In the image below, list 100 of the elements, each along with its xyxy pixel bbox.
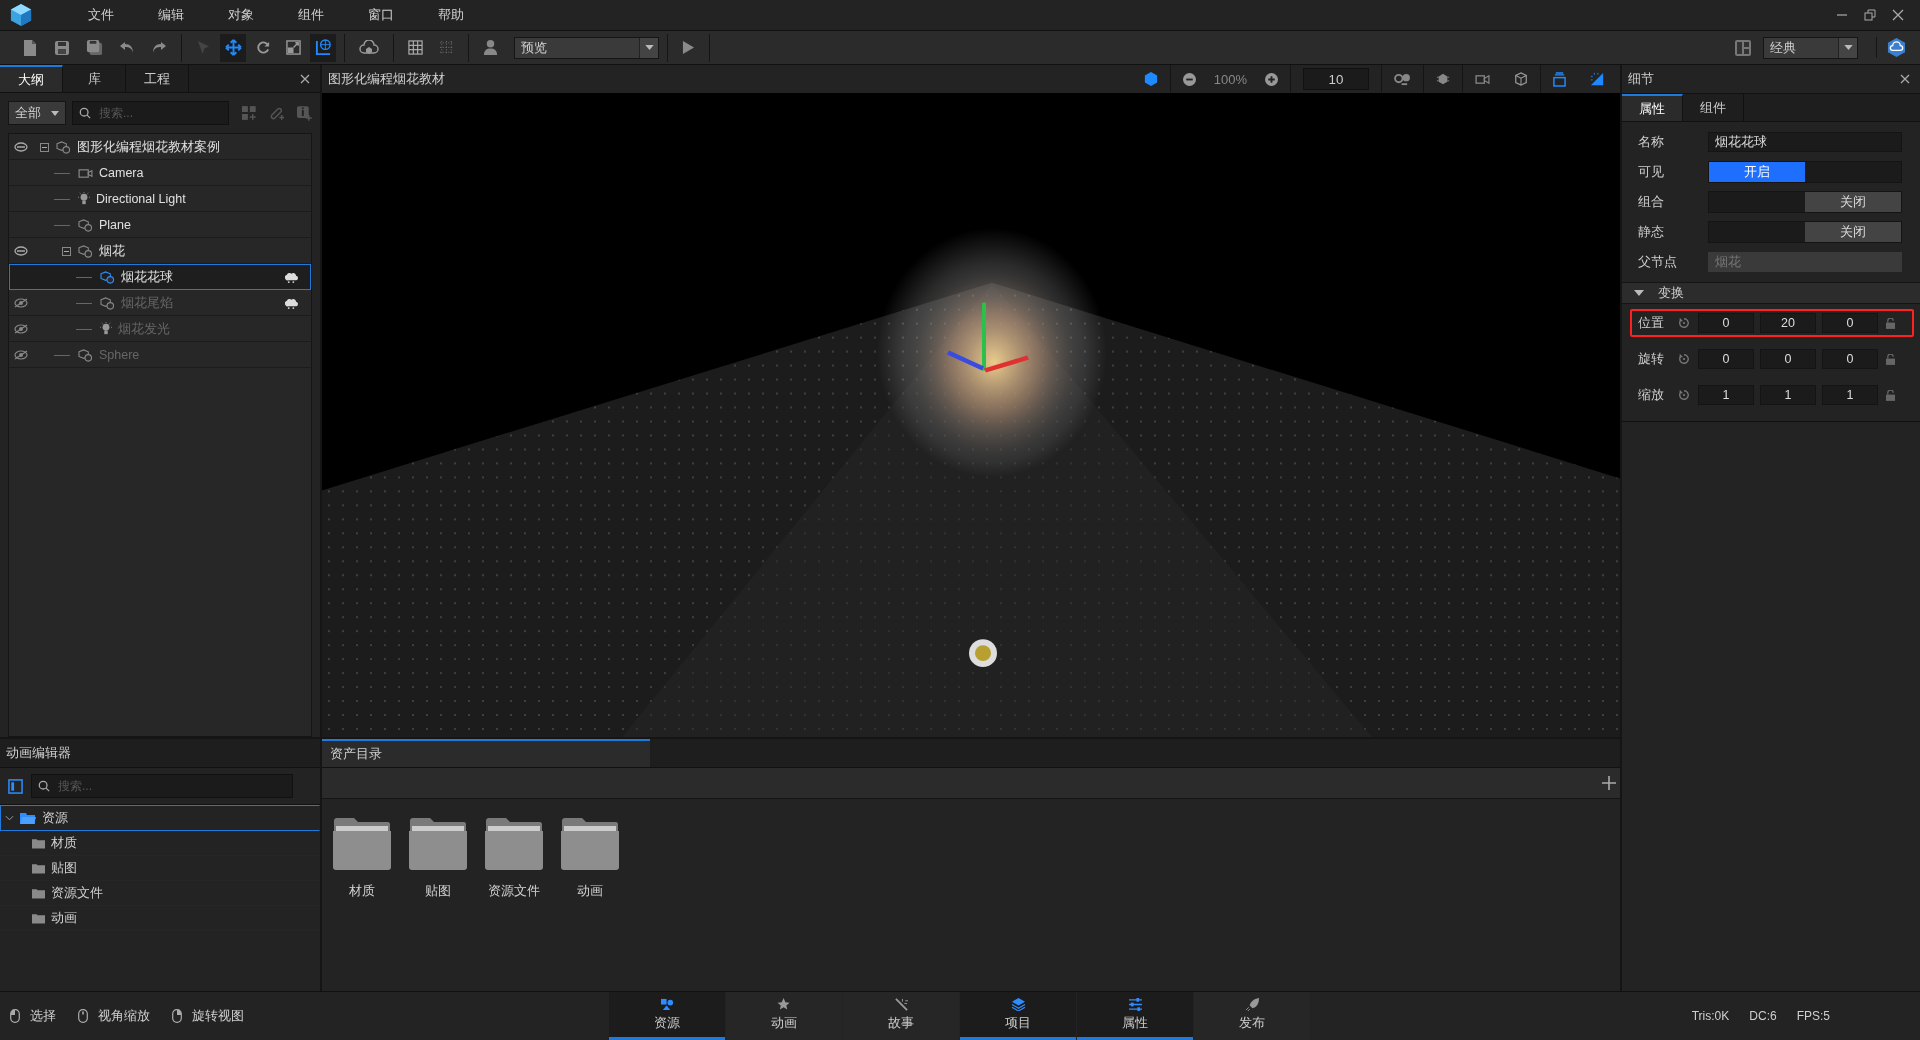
- gradient-triangle-icon[interactable]: [1590, 72, 1604, 86]
- dotted-grid-icon[interactable]: [439, 40, 454, 55]
- lightbulb-icon: [78, 192, 90, 206]
- reset-icon[interactable]: [1678, 389, 1690, 401]
- visibility-icon[interactable]: [14, 246, 28, 256]
- toggle-switch[interactable]: 开启: [1708, 161, 1902, 183]
- rotate-icon: [255, 40, 271, 55]
- visibility-icon[interactable]: [14, 142, 28, 152]
- mouse-icon: [172, 1009, 182, 1023]
- close-icon[interactable]: [1900, 74, 1910, 84]
- undo-icon[interactable]: [119, 40, 135, 55]
- outline-item[interactable]: Plane: [9, 212, 311, 238]
- folder-icon[interactable]: [408, 817, 468, 871]
- tree-item[interactable]: 资源: [0, 805, 320, 831]
- save-icon[interactable]: [54, 39, 70, 56]
- grid-size-field[interactable]: 10: [1303, 68, 1369, 90]
- number-field[interactable]: 1: [1698, 385, 1754, 405]
- redo-icon[interactable]: [151, 40, 167, 55]
- shapes-icon: [56, 140, 71, 154]
- tree-item[interactable]: 资源文件: [0, 881, 320, 906]
- search-field[interactable]: 搜索...: [31, 774, 293, 798]
- cloud-icon[interactable]: [359, 39, 379, 56]
- number-field[interactable]: 0: [1698, 349, 1754, 369]
- filter-dropdown[interactable]: 全部: [8, 101, 66, 125]
- menu-item[interactable]: 帮助: [414, 6, 484, 24]
- menu-item[interactable]: 编辑: [134, 6, 204, 24]
- eye-slash-icon[interactable]: [14, 350, 28, 360]
- outline-item[interactable]: 图形化编程烟花教材案例: [9, 134, 311, 160]
- padlock-icon[interactable]: [1886, 353, 1895, 365]
- grid-icon[interactable]: [408, 40, 423, 55]
- reset-icon[interactable]: [1678, 353, 1690, 365]
- item-name: 图形化编程烟花教材案例: [77, 138, 220, 156]
- reset-icon[interactable]: [1678, 317, 1690, 329]
- number-field[interactable]: 0: [1698, 313, 1754, 333]
- link-nodes-icon[interactable]: [1394, 72, 1411, 86]
- number-field[interactable]: 1: [1760, 385, 1816, 405]
- tree-item[interactable]: 材质: [0, 831, 320, 856]
- panel-tab[interactable]: 大纲: [0, 65, 63, 92]
- number-field[interactable]: 0: [1760, 349, 1816, 369]
- menu-item[interactable]: 组件: [274, 6, 344, 24]
- panel-tab[interactable]: 属性: [1622, 94, 1683, 121]
- cloud-account-icon[interactable]: [1876, 37, 1906, 58]
- plus-icon[interactable]: [1602, 776, 1616, 790]
- layout-icon[interactable]: [1735, 39, 1751, 56]
- toggle-switch[interactable]: 关闭: [1708, 221, 1902, 243]
- preview-dropdown[interactable]: 预览: [514, 36, 659, 59]
- outline-item[interactable]: 烟花花球: [9, 264, 311, 290]
- tree-item[interactable]: 贴图: [0, 856, 320, 881]
- number-field[interactable]: 20: [1760, 313, 1816, 333]
- scale-icon: [285, 40, 301, 55]
- pointer-icon: [196, 40, 210, 55]
- person-icon[interactable]: [483, 39, 498, 56]
- particles-icon: [285, 297, 298, 309]
- menu-item[interactable]: 文件: [64, 6, 134, 24]
- tool-button[interactable]: [310, 33, 336, 62]
- search-field[interactable]: 搜索...: [72, 101, 229, 125]
- bug-icon[interactable]: [1436, 72, 1450, 86]
- bottom-tab[interactable]: 属性: [1077, 992, 1193, 1040]
- bottom-tab[interactable]: 项目: [960, 992, 1076, 1040]
- app-logo-icon[interactable]: [10, 3, 32, 27]
- name-field[interactable]: 烟花花球: [1708, 132, 1902, 152]
- zoom-in-icon[interactable]: [1265, 72, 1278, 86]
- number-field[interactable]: 0: [1822, 349, 1878, 369]
- eye-slash-icon[interactable]: [14, 324, 28, 334]
- play-icon[interactable]: [682, 40, 695, 55]
- video-camera-icon[interactable]: [1475, 73, 1490, 85]
- folder-icon[interactable]: [560, 817, 620, 871]
- bottom-tab[interactable]: 资源: [609, 992, 725, 1040]
- shapes-icon: [78, 244, 93, 258]
- tool-button[interactable]: [220, 33, 246, 62]
- close-icon[interactable]: [1892, 9, 1904, 21]
- layers-icon[interactable]: [1553, 71, 1566, 87]
- sidebar-toggle-icon[interactable]: [8, 778, 23, 794]
- toggle-switch[interactable]: 关闭: [1708, 191, 1902, 213]
- section-header[interactable]: 变换: [1622, 282, 1920, 304]
- eye-slash-icon[interactable]: [14, 298, 28, 308]
- close-icon[interactable]: [300, 73, 310, 84]
- camera-icon: [78, 167, 93, 179]
- outline-item[interactable]: Camera: [9, 160, 311, 186]
- outline-item[interactable]: Directional Light: [9, 186, 311, 212]
- number-field[interactable]: 0: [1822, 313, 1878, 333]
- panel-tab[interactable]: 资产目录: [322, 739, 650, 767]
- padlock-icon[interactable]: [1886, 389, 1895, 401]
- chevron-icon: [5, 815, 14, 821]
- folder-icon[interactable]: [332, 817, 392, 871]
- zoom-out-icon[interactable]: [1182, 72, 1196, 86]
- menu-item[interactable]: 窗口: [344, 6, 414, 24]
- zoom-level: 100%: [1213, 71, 1247, 87]
- menu-item[interactable]: 对象: [204, 6, 274, 24]
- new-file-icon[interactable]: [22, 38, 38, 57]
- folder-icon[interactable]: [484, 817, 544, 871]
- restore-icon[interactable]: [1864, 9, 1876, 21]
- cube-icon[interactable]: [1514, 72, 1528, 86]
- padlock-icon[interactable]: [1886, 317, 1895, 329]
- tree-item[interactable]: 动画: [0, 906, 320, 931]
- shapes-icon: [78, 218, 93, 232]
- layout-dropdown[interactable]: 经典: [1763, 36, 1858, 59]
- globe-axes-icon: [314, 39, 332, 56]
- save-all-icon[interactable]: [86, 39, 103, 56]
- number-field[interactable]: 1: [1822, 385, 1878, 405]
